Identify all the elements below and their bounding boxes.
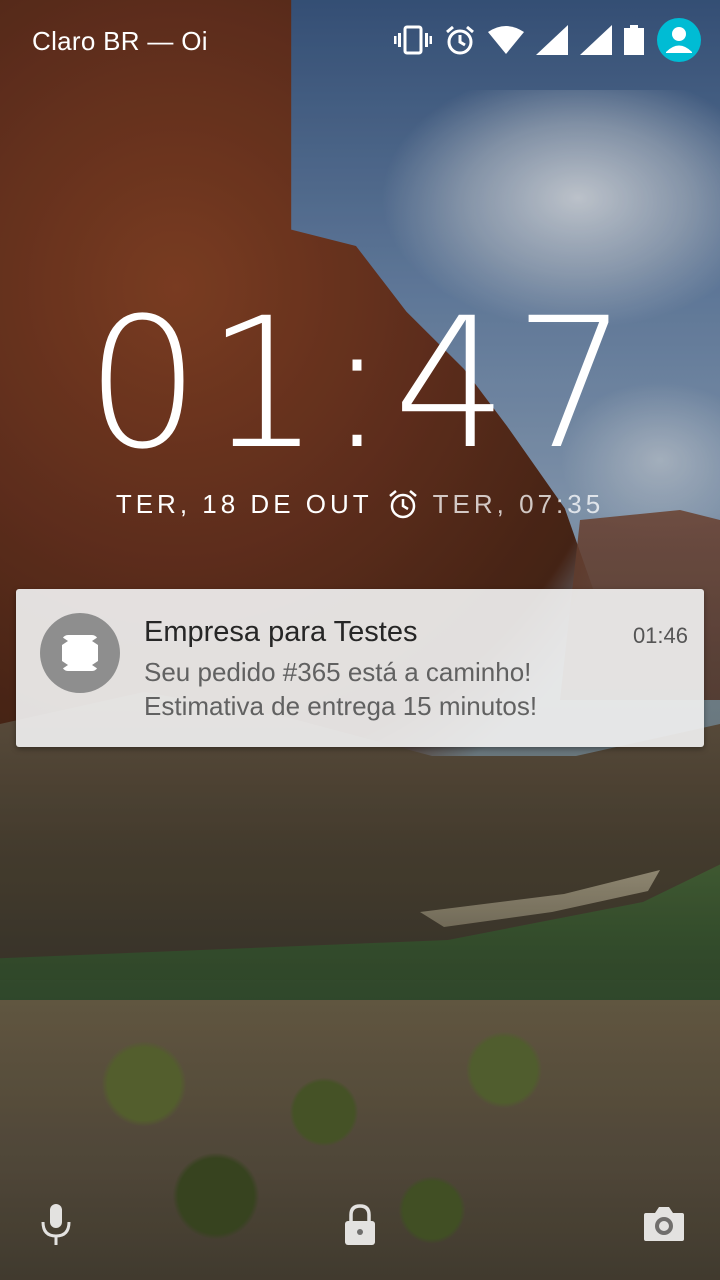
wifi-icon (488, 26, 524, 54)
notification-text: Estimativa de entrega 15 minutos! (144, 691, 538, 721)
notification-time: 01:46 (632, 623, 688, 648)
alarm-icon (444, 24, 476, 56)
notification-text: Seu pedido #365 está a caminho! (144, 657, 532, 687)
date-alarm-row: TER, 18 DE OUT TER, 07:35 (0, 488, 720, 520)
next-alarm-label: TER, 07:35 (432, 488, 605, 519)
lockscreen-clock: 01:47 (85, 280, 635, 489)
notification-title: Empresa para Testes (144, 616, 418, 648)
camera-icon[interactable] (642, 1200, 686, 1248)
battery-icon (624, 25, 644, 55)
status-bar: Claro BR — Oi (0, 0, 720, 84)
lock-icon[interactable] (338, 1200, 382, 1248)
vibrate-icon (394, 25, 432, 55)
carrier-label: Claro BR — Oi (32, 26, 208, 56)
alarm-icon (387, 488, 419, 520)
signal-icon (580, 25, 612, 55)
lockscreen-date: TER, 18 DE OUT (115, 488, 373, 519)
microphone-icon[interactable] (34, 1200, 78, 1248)
notification-card[interactable]: Empresa para Testes 01:46 Seu pedido #36… (16, 589, 704, 747)
user-avatar-icon[interactable] (656, 17, 702, 63)
status-icons (394, 18, 702, 62)
app-icon (40, 613, 120, 693)
signal-icon (536, 25, 568, 55)
